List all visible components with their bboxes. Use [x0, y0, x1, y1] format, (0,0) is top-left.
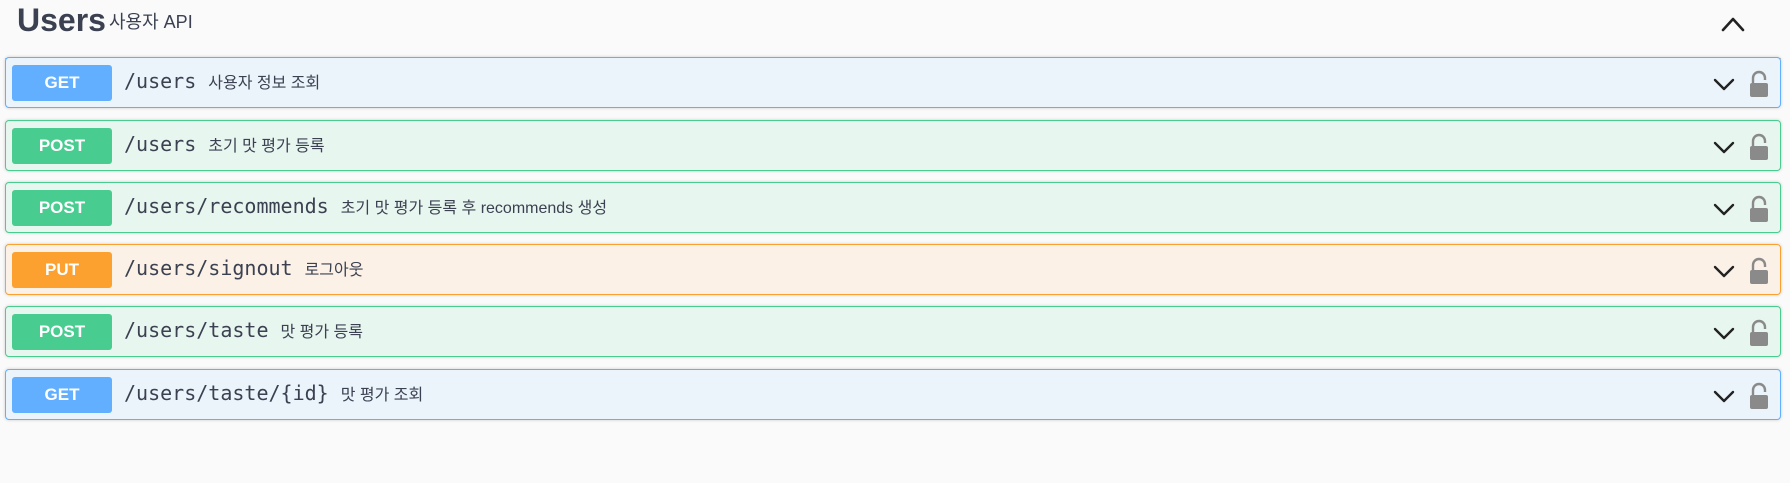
lock-icon[interactable]: [1748, 195, 1770, 223]
operation-summary: 로그아웃: [304, 262, 364, 279]
operation-post-users-recommends[interactable]: POST /users/recommends 초기 맛 평가 등록 후 reco…: [5, 182, 1781, 233]
operation-summary: 사용자 정보 조회: [208, 75, 321, 92]
operation-path-row: /users/recommends 초기 맛 평가 등록 후 recommend…: [124, 194, 607, 218]
operation-summary: 맛 평가 조회: [340, 387, 424, 404]
lock-icon[interactable]: [1748, 70, 1770, 98]
chevron-down-icon[interactable]: [1710, 195, 1738, 223]
operation-post-users[interactable]: POST /users 초기 맛 평가 등록: [5, 120, 1781, 171]
operation-path-row: /users/taste 맛 평가 등록: [124, 318, 363, 342]
method-badge: POST: [12, 128, 112, 164]
tag-header[interactable]: Users 사용자 API: [5, 0, 1781, 59]
lock-icon[interactable]: [1748, 257, 1770, 285]
operation-summary: 맛 평가 등록: [280, 324, 364, 341]
operation-path-row: /users 사용자 정보 조회: [124, 69, 320, 93]
chevron-down-icon[interactable]: [1710, 319, 1738, 347]
lock-icon[interactable]: [1748, 133, 1770, 161]
chevron-down-icon[interactable]: [1710, 70, 1738, 98]
lock-icon[interactable]: [1748, 319, 1770, 347]
tag-description: 사용자 API: [109, 12, 193, 32]
chevron-down-icon[interactable]: [1710, 257, 1738, 285]
operation-path: /users: [124, 132, 197, 156]
operation-path-row: /users 초기 맛 평가 등록: [124, 132, 325, 156]
operation-get-users-taste-id[interactable]: GET /users/taste/{id} 맛 평가 조회: [5, 369, 1781, 420]
operation-summary: 초기 맛 평가 등록 후 recommends 생성: [340, 200, 608, 217]
chevron-down-icon[interactable]: [1710, 133, 1738, 161]
operation-path: /users/recommends: [124, 194, 329, 218]
chevron-down-icon[interactable]: [1710, 382, 1738, 410]
method-badge: PUT: [12, 252, 112, 288]
operation-put-users-signout[interactable]: PUT /users/signout 로그아웃: [5, 244, 1781, 295]
tag-title[interactable]: Users: [17, 2, 106, 39]
operation-path: /users: [124, 69, 197, 93]
lock-icon[interactable]: [1748, 382, 1770, 410]
operation-summary: 초기 맛 평가 등록: [208, 138, 325, 155]
operation-path-row: /users/signout 로그아웃: [124, 256, 363, 280]
method-badge: GET: [12, 377, 112, 413]
method-badge: GET: [12, 65, 112, 101]
operation-path-row: /users/taste/{id} 맛 평가 조회: [124, 381, 423, 405]
operation-path: /users/signout: [124, 256, 293, 280]
users-tag-section: Users 사용자 API GET /users 사용자 정보 조회 POST …: [0, 0, 1790, 483]
operation-post-users-taste[interactable]: POST /users/taste 맛 평가 등록: [5, 306, 1781, 357]
operation-path: /users/taste: [124, 318, 269, 342]
method-badge: POST: [12, 314, 112, 350]
operation-path: /users/taste/{id}: [124, 381, 329, 405]
operation-get-users[interactable]: GET /users 사용자 정보 조회: [5, 57, 1781, 108]
chevron-up-icon[interactable]: [1715, 6, 1751, 42]
method-badge: POST: [12, 190, 112, 226]
